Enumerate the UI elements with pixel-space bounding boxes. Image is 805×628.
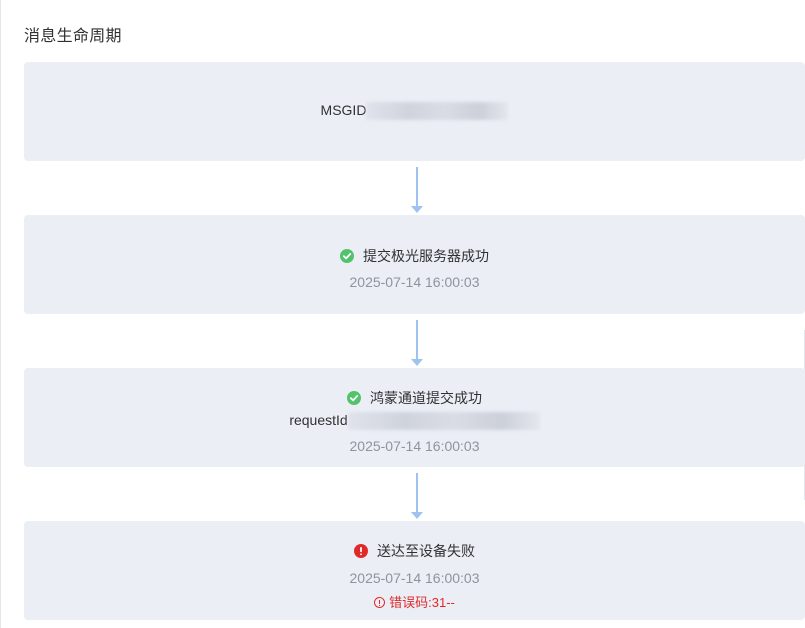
flow-arrow-1: [411, 167, 423, 213]
exclamation-circle-icon: [354, 544, 368, 558]
check-circle-icon: [340, 249, 354, 263]
step-time: 2025-07-14 16:00:03: [349, 570, 480, 586]
step-card-deliver-device: 送达至设备失败 2025-07-14 16:00:03 错误码:31--: [24, 521, 805, 620]
step-status: 提交极光服务器成功: [363, 248, 489, 264]
request-id-value-redacted: [347, 412, 540, 430]
left-divider: [0, 0, 1, 628]
error-code: 错误码:31--: [389, 595, 455, 610]
step-card-harmony-channel: 鸿蒙通道提交成功 requestId 2025-07-14 16:00:03: [24, 368, 805, 467]
check-circle-icon: [347, 391, 361, 405]
step-time: 2025-07-14 16:00:03: [349, 438, 480, 454]
msgid-label: MSGID: [320, 102, 367, 119]
flow-arrow-2: [411, 320, 423, 366]
step-card-submit-server: 提交极光服务器成功 2025-07-14 16:00:03: [24, 215, 805, 314]
page-title: 消息生命周期: [24, 28, 122, 45]
flow-arrow-3: [411, 473, 423, 519]
info-circle-icon: [374, 597, 386, 608]
step-time: 2025-07-14 16:00:03: [349, 274, 480, 290]
msgid-card: MSGID: [24, 62, 805, 161]
request-id-label: requestId: [289, 412, 348, 429]
step-status: 鸿蒙通道提交成功: [370, 390, 482, 406]
msgid-value-redacted: [366, 102, 509, 120]
step-status: 送达至设备失败: [377, 543, 475, 559]
